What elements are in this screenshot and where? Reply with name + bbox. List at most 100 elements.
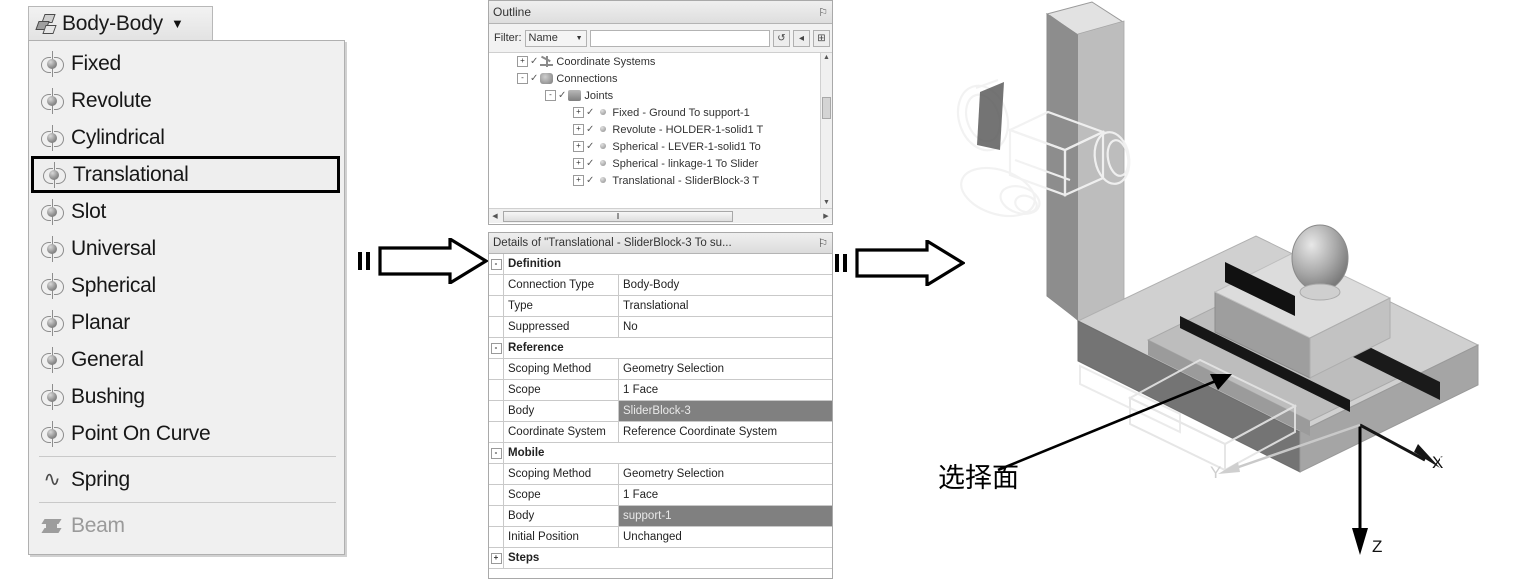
tree-expander[interactable]: + — [573, 124, 584, 135]
details-row-suppressed[interactable]: Suppressed No — [489, 317, 832, 338]
filter-text-input[interactable] — [589, 29, 770, 47]
row-value[interactable]: Body-Body — [619, 275, 832, 295]
outline-vertical-scrollbar[interactable]: ▲ ▼ — [820, 53, 832, 208]
menu-item-slot[interactable]: Slot — [29, 193, 344, 230]
section-expander[interactable]: - — [489, 338, 503, 358]
scroll-up-icon[interactable]: ▲ — [821, 53, 832, 63]
model-viewport[interactable]: Z X Y 选择面 — [880, 0, 1526, 583]
menu-item-spring[interactable]: ∿ Spring — [29, 461, 344, 498]
joint-icon — [39, 272, 65, 299]
row-value[interactable]: Translational — [619, 296, 832, 316]
details-table: - Definition Connection Type Body-Body T… — [489, 254, 832, 569]
scroll-down-icon[interactable]: ▼ — [821, 198, 832, 208]
tree-expander[interactable]: + — [573, 141, 584, 152]
details-row-mobile-scope[interactable]: Scope 1 Face — [489, 485, 832, 506]
section-expander[interactable]: - — [489, 254, 503, 274]
body-body-dropdown-panel: Body-Body ▼ Fixed Revolute Cylindrical T… — [0, 0, 360, 583]
menu-item-cylindrical[interactable]: Cylindrical — [29, 119, 344, 156]
row-value[interactable]: Reference Coordinate System — [619, 422, 832, 442]
row-key: Scope — [503, 380, 619, 400]
scroll-thumb[interactable] — [822, 97, 831, 119]
row-value[interactable]: Geometry Selection — [619, 464, 832, 484]
pin-icon[interactable]: ⚐ — [818, 236, 828, 250]
menu-item-general[interactable]: General — [29, 341, 344, 378]
menu-item-bushing[interactable]: Bushing — [29, 378, 344, 415]
tree-item-spherical-lever-joint[interactable]: + ✓ Spherical - LEVER-1-solid1 To — [489, 138, 832, 155]
details-section-definition[interactable]: - Definition — [489, 254, 832, 275]
menu-item-spherical[interactable]: Spherical — [29, 267, 344, 304]
row-key: Initial Position — [503, 527, 619, 547]
scroll-right-icon[interactable]: ▶ — [820, 212, 832, 220]
tree-expander[interactable]: + — [517, 56, 528, 67]
filter-select[interactable]: Name ▼ — [524, 29, 587, 47]
row-key: Scoping Method — [503, 359, 619, 379]
details-row-coordinate-system[interactable]: Coordinate System Reference Coordinate S… — [489, 422, 832, 443]
expand-all-icon[interactable]: ⊞ — [813, 29, 830, 47]
tree-item-fixed-joint[interactable]: + ✓ Fixed - Ground To support-1 — [489, 104, 832, 121]
outline-horizontal-scrollbar[interactable]: ◀ ‖ ▶ — [489, 208, 832, 223]
section-label: Steps — [503, 548, 832, 568]
row-value[interactable]: support-1 — [619, 506, 832, 526]
details-section-mobile[interactable]: - Mobile — [489, 443, 832, 464]
row-value[interactable]: Geometry Selection — [619, 359, 832, 379]
section-label: Reference — [503, 338, 832, 358]
body-body-dropdown-button[interactable]: Body-Body ▼ — [28, 6, 213, 40]
details-row-reference-scope[interactable]: Scope 1 Face — [489, 380, 832, 401]
details-title-bar: Details of "Translational - SliderBlock-… — [489, 233, 832, 254]
details-title: Details of "Translational - SliderBlock-… — [493, 237, 732, 249]
tree-item-translational-joint[interactable]: + ✓ Translational - SliderBlock-3 T — [489, 172, 832, 189]
tree-expander[interactable]: + — [573, 158, 584, 169]
details-row-initial-position[interactable]: Initial Position Unchanged — [489, 527, 832, 548]
tree-item-coordinate-systems[interactable]: + ✓ Coordinate Systems — [489, 53, 832, 70]
tree-item-spherical-linkage-joint[interactable]: + ✓ Spherical - linkage-1 To Slider — [489, 155, 832, 172]
menu-item-label: Bushing — [71, 384, 145, 408]
bodies-icon — [35, 12, 59, 36]
details-row-type[interactable]: Type Translational — [489, 296, 832, 317]
menu-item-beam[interactable]: Beam — [29, 507, 344, 544]
row-value[interactable]: SliderBlock-3 — [619, 401, 832, 421]
refresh-icon[interactable]: ↺ — [773, 29, 790, 47]
row-indent — [489, 464, 503, 484]
tree-item-revolute-joint[interactable]: + ✓ Revolute - HOLDER-1-solid1 T — [489, 121, 832, 138]
details-section-steps[interactable]: + Steps — [489, 548, 832, 569]
menu-item-fixed[interactable]: Fixed — [29, 45, 344, 82]
details-row-mobile-scoping-method[interactable]: Scoping Method Geometry Selection — [489, 464, 832, 485]
details-row-connection-type[interactable]: Connection Type Body-Body — [489, 275, 832, 296]
tree-expander[interactable]: - — [545, 90, 556, 101]
menu-item-label: Point On Curve — [71, 421, 211, 445]
tree-expander[interactable]: + — [573, 107, 584, 118]
details-section-reference[interactable]: - Reference — [489, 338, 832, 359]
details-row-mobile-body[interactable]: Body support-1 — [489, 506, 832, 527]
row-value[interactable]: 1 Face — [619, 380, 832, 400]
row-value[interactable]: 1 Face — [619, 485, 832, 505]
pin-icon[interactable]: ⚐ — [818, 6, 828, 19]
outline-tree[interactable]: + ✓ Coordinate Systems - ✓ Connections -… — [489, 53, 832, 208]
menu-item-revolute[interactable]: Revolute — [29, 82, 344, 119]
clear-filter-icon[interactable]: ◂ — [793, 29, 810, 47]
tree-expander[interactable]: + — [573, 175, 584, 186]
menu-item-point-on-curve[interactable]: Point On Curve — [29, 415, 344, 452]
section-expander[interactable]: - — [489, 443, 503, 463]
row-value[interactable]: No — [619, 317, 832, 337]
hscroll-thumb[interactable]: ‖ — [503, 210, 733, 222]
section-expander[interactable]: + — [489, 548, 503, 568]
details-row-reference-body[interactable]: Body SliderBlock-3 — [489, 401, 832, 422]
row-value[interactable]: Unchanged — [619, 527, 832, 547]
menu-item-universal[interactable]: Universal — [29, 230, 344, 267]
menu-item-translational[interactable]: Translational — [31, 156, 340, 193]
outline-title: Outline — [493, 5, 532, 19]
menu-item-planar[interactable]: Planar — [29, 304, 344, 341]
tree-item-connections[interactable]: - ✓ Connections — [489, 70, 832, 87]
check-icon: ✓ — [530, 56, 539, 67]
details-row-reference-scoping-method[interactable]: Scoping Method Geometry Selection — [489, 359, 832, 380]
tree-item-joints[interactable]: - ✓ Joints — [489, 87, 832, 104]
scroll-left-icon[interactable]: ◀ — [489, 212, 501, 220]
menu-item-label: Slot — [71, 199, 106, 223]
row-indent — [489, 422, 503, 442]
row-key: Connection Type — [503, 275, 619, 295]
tree-expander[interactable]: - — [517, 73, 528, 84]
joint-icon — [39, 50, 65, 77]
hscroll-track[interactable]: ‖ — [501, 210, 820, 222]
menu-item-label: Translational — [73, 162, 189, 186]
row-key: Body — [503, 401, 619, 421]
